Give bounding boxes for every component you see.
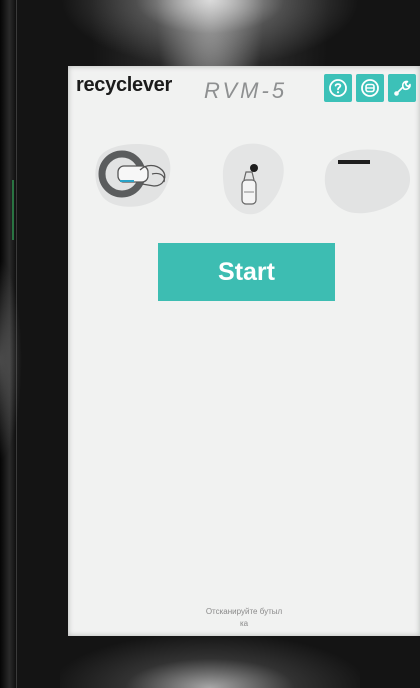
settings-icon — [361, 79, 379, 97]
bezel-glow — [0, 260, 22, 460]
dash-icon — [324, 149, 411, 214]
status-light — [12, 180, 14, 240]
status-step — [320, 144, 420, 224]
service-button[interactable] — [388, 74, 416, 102]
instruction-text: Отсканируйте бутыл ка — [68, 606, 420, 630]
instruction-line-2: ка — [239, 619, 249, 628]
help-button[interactable] — [324, 74, 352, 102]
help-icon — [329, 79, 347, 97]
header-icons — [324, 74, 416, 102]
bottle-icon — [222, 143, 284, 215]
instruction-line-1: Отсканируйте бутыл — [205, 607, 283, 616]
model-name: RVM-5 — [204, 78, 288, 103]
brand-logo: recyclever — [76, 74, 172, 96]
bottle-upright-step — [218, 140, 288, 220]
top-reflection — [60, 0, 360, 68]
service-wrench-icon — [394, 80, 411, 96]
settings-button[interactable] — [356, 74, 384, 102]
device-frame: recyclever RVM-5 Start Отсканируйте буты… — [0, 0, 420, 688]
bottom-reflection — [60, 636, 360, 688]
bottle-in-hand-icon — [95, 144, 171, 207]
touch-screen: recyclever RVM-5 Start Отсканируйте буты… — [68, 66, 420, 636]
insert-bottle-step — [90, 140, 178, 212]
start-button[interactable]: Start — [158, 243, 335, 301]
